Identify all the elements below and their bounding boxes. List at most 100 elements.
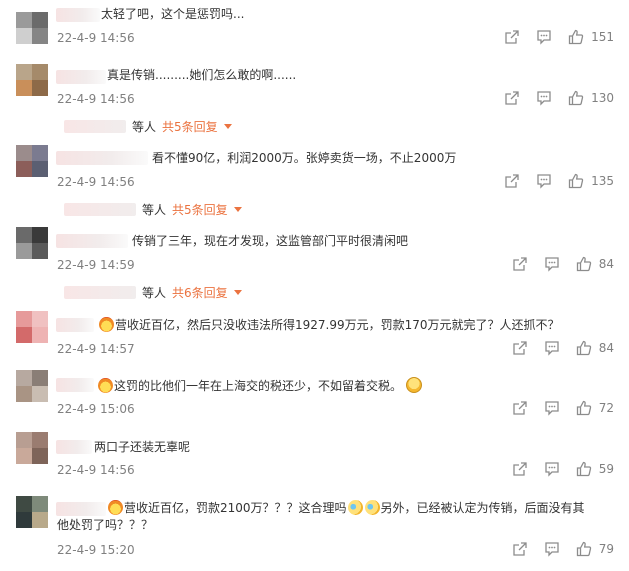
comment-time: 22-4-9 14:57 bbox=[57, 342, 135, 356]
reply-users bbox=[64, 202, 136, 216]
share-icon bbox=[505, 91, 519, 105]
username[interactable] bbox=[56, 440, 92, 454]
username[interactable] bbox=[56, 151, 148, 165]
avatar-tile bbox=[32, 496, 48, 512]
share-button[interactable] bbox=[504, 173, 520, 189]
avatar-tile bbox=[16, 370, 32, 386]
avatar[interactable] bbox=[16, 311, 48, 343]
avatar-tile bbox=[16, 432, 32, 448]
avatar-tile bbox=[16, 145, 32, 161]
username[interactable] bbox=[56, 318, 94, 332]
avatar[interactable] bbox=[16, 64, 48, 96]
like-count: 79 bbox=[598, 542, 614, 556]
like-count: 130 bbox=[591, 91, 614, 105]
username[interactable] bbox=[56, 378, 94, 392]
share-icon bbox=[505, 174, 519, 188]
like-count: 72 bbox=[598, 401, 614, 415]
thumbs-up-icon bbox=[568, 29, 584, 45]
avatar[interactable] bbox=[16, 432, 48, 464]
reply-count-link[interactable]: 共5条回复 bbox=[162, 118, 218, 135]
comment-button[interactable] bbox=[544, 340, 560, 356]
comment-button[interactable] bbox=[536, 173, 552, 189]
share-button[interactable] bbox=[512, 340, 528, 356]
avatar[interactable] bbox=[16, 145, 48, 177]
comment-icon bbox=[537, 91, 551, 106]
like-button[interactable]: 59 bbox=[576, 461, 614, 477]
reply-summary[interactable]: 等人 共5条回复 bbox=[64, 117, 232, 135]
comment-time: 22-4-9 14:56 bbox=[57, 31, 135, 45]
avatar-tile bbox=[32, 432, 48, 448]
share-icon bbox=[513, 542, 527, 556]
comment-time: 22-4-9 14:56 bbox=[57, 92, 135, 106]
share-icon bbox=[513, 257, 527, 271]
caret-down-icon bbox=[233, 206, 242, 212]
comment-actions: 151 bbox=[488, 29, 614, 45]
comment-time: 22-4-9 14:56 bbox=[57, 175, 135, 189]
username[interactable] bbox=[56, 70, 106, 84]
avatar-tile bbox=[32, 12, 48, 28]
comment-button[interactable] bbox=[544, 400, 560, 416]
comment-icon bbox=[537, 30, 551, 45]
comment-button[interactable] bbox=[544, 461, 560, 477]
vip-badge-icon bbox=[99, 317, 114, 332]
vip-badge-icon bbox=[98, 378, 113, 393]
comment-icon bbox=[545, 341, 559, 356]
reply-summary[interactable]: 等人 共5条回复 bbox=[64, 200, 242, 218]
share-icon bbox=[505, 30, 519, 44]
avatar-tile bbox=[16, 311, 32, 327]
avatar-tile bbox=[32, 386, 48, 402]
like-button[interactable]: 72 bbox=[576, 400, 614, 416]
avatar-tile bbox=[16, 12, 32, 28]
share-button[interactable] bbox=[504, 29, 520, 45]
like-button[interactable]: 130 bbox=[568, 90, 614, 106]
like-count: 135 bbox=[591, 174, 614, 188]
avatar[interactable] bbox=[16, 496, 48, 528]
comment-time: 22-4-9 14:59 bbox=[57, 258, 135, 272]
comment-actions: 72 bbox=[496, 400, 614, 416]
comment-body: 营收近百亿，罚款2100万？？？这合理吗 bbox=[124, 501, 347, 515]
thumbs-up-icon bbox=[576, 541, 591, 557]
avatar-tile bbox=[16, 28, 32, 44]
reply-summary[interactable]: 等人 共6条回复 bbox=[64, 283, 242, 301]
reply-users bbox=[64, 119, 126, 133]
avatar-tile bbox=[32, 227, 48, 243]
share-icon bbox=[513, 341, 527, 355]
avatar-tile bbox=[16, 512, 32, 528]
avatar-tile bbox=[16, 64, 32, 80]
comment-icon bbox=[545, 257, 559, 272]
avatar-tile bbox=[16, 327, 32, 343]
comment-time: 22-4-9 15:20 bbox=[57, 543, 135, 557]
comment-button[interactable] bbox=[544, 541, 560, 557]
share-button[interactable] bbox=[504, 90, 520, 106]
comment-button[interactable] bbox=[544, 256, 560, 272]
reply-count-link[interactable]: 共5条回复 bbox=[172, 201, 228, 218]
comment-text: 营收近百亿，罚款2100万？？？这合理吗 另外，已经被认定为传销，后面没有其他处罚… bbox=[57, 500, 587, 534]
like-button[interactable]: 135 bbox=[568, 173, 614, 189]
avatar[interactable] bbox=[16, 370, 48, 402]
like-count: 84 bbox=[598, 341, 614, 355]
username[interactable] bbox=[56, 8, 100, 22]
like-button[interactable]: 84 bbox=[576, 256, 614, 272]
avatar-tile bbox=[32, 370, 48, 386]
reply-count-link[interactable]: 共6条回复 bbox=[172, 284, 228, 301]
share-button[interactable] bbox=[512, 400, 528, 416]
share-button[interactable] bbox=[512, 256, 528, 272]
like-button[interactable]: 79 bbox=[576, 541, 614, 557]
avatar-tile bbox=[16, 496, 32, 512]
comment-actions: 130 bbox=[488, 90, 614, 106]
comment-text: 传销了三年，现在才发现，这监管部门平时很清闲吧 bbox=[132, 234, 409, 248]
share-button[interactable] bbox=[512, 461, 528, 477]
comment-button[interactable] bbox=[536, 29, 552, 45]
avatar-tile bbox=[32, 243, 48, 259]
avatar[interactable] bbox=[16, 12, 48, 44]
share-icon bbox=[513, 462, 527, 476]
reply-who: 等人 bbox=[142, 202, 167, 217]
share-button[interactable] bbox=[512, 541, 528, 557]
comment-button[interactable] bbox=[536, 90, 552, 106]
username[interactable] bbox=[56, 234, 128, 248]
avatar-tile bbox=[32, 145, 48, 161]
doge-emoji-icon bbox=[406, 377, 423, 393]
avatar[interactable] bbox=[16, 227, 48, 259]
like-button[interactable]: 84 bbox=[576, 340, 614, 356]
like-button[interactable]: 151 bbox=[568, 29, 614, 45]
